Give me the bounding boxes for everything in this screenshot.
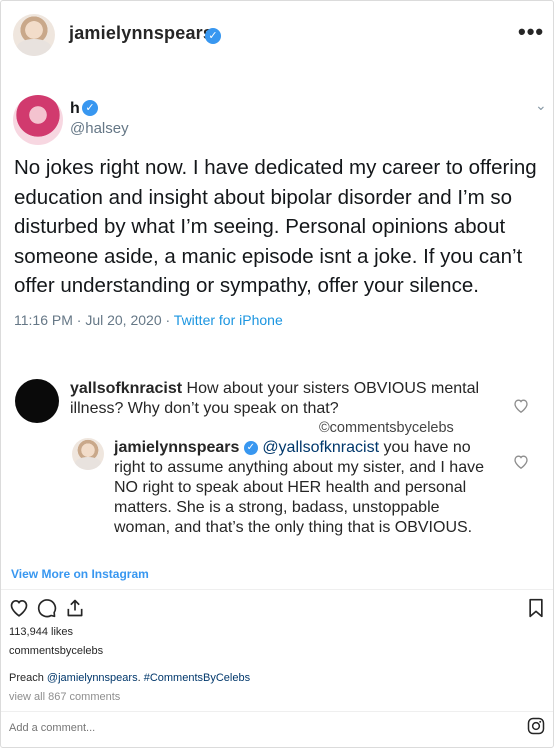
caption-text: Preach <box>9 672 47 684</box>
view-more-link[interactable]: View More on Instagram <box>11 567 149 581</box>
commenter-avatar <box>15 379 59 423</box>
tweet-handle: @halsey <box>70 120 129 137</box>
tweet-source: Twitter for iPhone <box>173 312 283 328</box>
comment: yallsofknracist How about your sisters O… <box>70 379 490 419</box>
add-comment-input[interactable] <box>9 722 499 734</box>
tweet-meta: 11:16 PM · Jul 20, 2020 · Twitter for iP… <box>14 312 283 328</box>
divider <box>1 589 553 590</box>
chevron-down-icon: ⌄ <box>535 97 547 113</box>
watermark: ©commentsbycelebs <box>319 420 454 436</box>
heart-icon <box>514 455 528 469</box>
comment-username: yallsofknracist <box>70 380 183 397</box>
caption-hashtag[interactable]: #CommentsByCelebs <box>144 672 250 684</box>
reply-username: jamielynnspears <box>114 439 240 456</box>
post-username[interactable]: jamielynnspears <box>69 23 213 44</box>
divider <box>1 711 553 712</box>
verified-icon: ✓ <box>205 28 221 44</box>
more-icon[interactable]: ••• <box>518 21 544 43</box>
like-count[interactable]: 113,944 likes <box>9 626 73 638</box>
reply-mention: @yallsofknracist <box>262 439 380 456</box>
instagram-embed: jamielynnspears ✓ ••• h ✓ @halsey ⌄ No j… <box>0 0 554 748</box>
avatar[interactable] <box>13 14 55 56</box>
tweet-avatar <box>13 95 63 145</box>
caption-username[interactable]: commentsbycelebs <box>9 645 103 657</box>
reply: jamielynnspears ✓ @yallsofknracist you h… <box>114 438 494 538</box>
verified-icon: ✓ <box>243 440 258 455</box>
heart-icon <box>514 399 528 413</box>
heart-icon[interactable] <box>9 598 29 617</box>
share-icon[interactable] <box>65 598 85 618</box>
bookmark-icon[interactable] <box>527 598 545 618</box>
instagram-icon[interactable] <box>527 717 545 735</box>
tweet-time: 11:16 PM · Jul 20, 2020 · <box>14 312 174 328</box>
comment-icon[interactable] <box>37 598 57 618</box>
caption-mention[interactable]: @jamielynnspears <box>47 672 138 684</box>
verified-icon: ✓ <box>82 100 98 116</box>
tweet-text: No jokes right now. I have dedicated my … <box>14 156 537 297</box>
post-header: jamielynnspears ✓ ••• <box>1 1 553 69</box>
caption: Preach @jamielynnspears. #CommentsByCele… <box>9 672 250 684</box>
reply-avatar <box>72 438 104 470</box>
tweet-author-name: h <box>70 100 80 117</box>
view-all-comments-link[interactable]: view all 867 comments <box>9 691 120 703</box>
